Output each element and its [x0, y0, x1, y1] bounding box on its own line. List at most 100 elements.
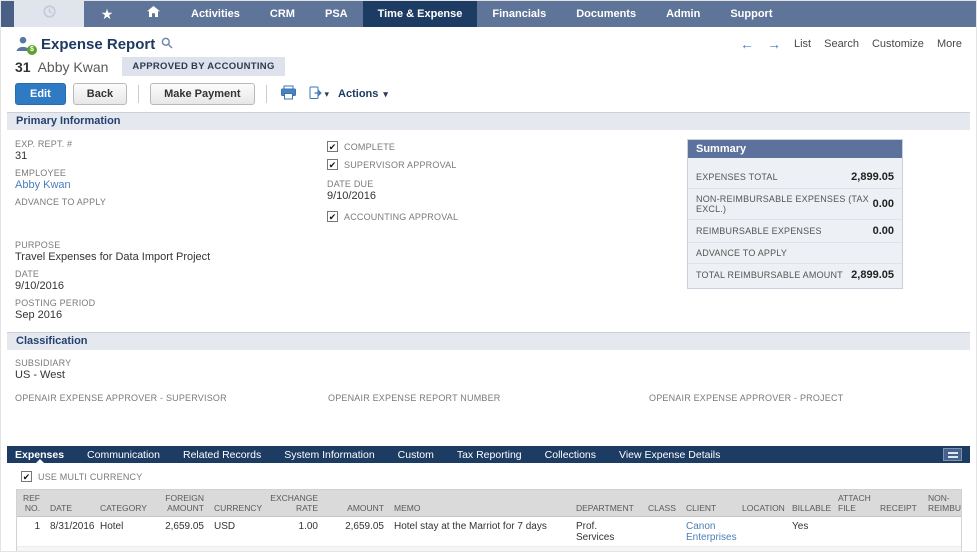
field-label: OPENAIR EXPENSE APPROVER - SUPERVISOR: [15, 393, 328, 403]
summary-label: TOTAL REIMBURSABLE AMOUNT: [696, 270, 843, 280]
cell-attach-file: [833, 547, 875, 552]
section-header-primary-information[interactable]: Primary Information: [7, 112, 970, 130]
recent-records-button[interactable]: [14, 1, 84, 27]
more-link[interactable]: More: [937, 38, 962, 50]
field-value: [15, 208, 327, 220]
cell-memo: Fee for taxi service during stay: [389, 547, 571, 552]
field-date-due: DATE DUE 9/10/2016: [327, 179, 687, 202]
section-header-classification[interactable]: Classification: [7, 332, 970, 350]
tab-custom[interactable]: Custom: [398, 449, 434, 461]
list-link[interactable]: List: [794, 38, 811, 50]
tab-tax-reporting[interactable]: Tax Reporting: [457, 449, 522, 461]
toolbar-separator: [138, 85, 139, 103]
cell-date: 8/31/2016: [45, 547, 95, 552]
field-label: EXP. REPT. #: [15, 139, 327, 149]
cell-amount: 190.00: [323, 547, 389, 552]
tab-collections[interactable]: Collections: [545, 449, 596, 461]
field-date: DATE 9/10/2016: [15, 269, 327, 292]
print-button[interactable]: [278, 84, 299, 104]
cell-foreign-amount: 190.00: [157, 547, 209, 552]
field-exp-rept-number: EXP. REPT. # 31: [15, 139, 327, 162]
tab-related-records[interactable]: Related Records: [183, 449, 261, 461]
edit-button[interactable]: Edit: [15, 83, 66, 105]
export-button[interactable]: ▾: [306, 85, 332, 104]
clock-icon: [43, 5, 56, 23]
nav-item-financials[interactable]: Financials: [477, 1, 561, 27]
summary-panel: Summary EXPENSES TOTAL 2,899.05 NON-REIM…: [687, 139, 903, 289]
field-openair-report-number: OPENAIR EXPENSE REPORT NUMBER: [328, 393, 649, 416]
toolbar-separator: [266, 85, 267, 103]
active-tab-indicator: [36, 459, 44, 463]
table-row[interactable]: 1 8/31/2016 Hotel 2,659.05 USD 1.00 2,65…: [17, 517, 962, 547]
shortcuts-star-button[interactable]: ★: [84, 1, 130, 27]
summary-label: EXPENSES TOTAL: [696, 172, 778, 182]
title-row: $ Expense Report ← → List Search Customi…: [1, 27, 976, 54]
cell-memo: Hotel stay at the Marriot for 7 days: [389, 517, 571, 547]
dollar-badge-icon: $: [27, 45, 37, 55]
nav-item-support[interactable]: Support: [715, 1, 787, 27]
make-payment-button[interactable]: Make Payment: [150, 83, 254, 105]
record-number: 31: [15, 59, 31, 75]
field-value: [328, 404, 649, 416]
cell-attach-file: [833, 517, 875, 547]
checkbox-icon[interactable]: ✔: [327, 159, 338, 170]
field-purpose: PURPOSE Travel Expenses for Data Import …: [15, 240, 327, 263]
home-button[interactable]: [130, 1, 176, 27]
export-document-icon: [308, 86, 323, 103]
cell-receipt: [875, 547, 923, 552]
checkbox-label: SUPERVISOR APPROVAL: [344, 160, 457, 170]
column-header-department: DEPARTMENT: [571, 490, 643, 517]
field-label: EMPLOYEE: [15, 168, 327, 178]
column-header-location: LOCATION: [737, 490, 787, 517]
subtab-bar: Expenses Communication Related Records S…: [7, 446, 970, 463]
cell-department: Prof. Services: [571, 517, 643, 547]
cell-category: Car rental: [95, 547, 157, 552]
customize-link[interactable]: Customize: [872, 38, 924, 50]
search-icon[interactable]: [161, 36, 173, 54]
field-subsidiary: SUBSIDIARY US - West: [15, 358, 962, 381]
checkbox-icon[interactable]: ✔: [327, 211, 338, 222]
field-value: [649, 404, 962, 416]
summary-label: ADVANCE TO APPLY: [696, 248, 787, 258]
checkbox-icon[interactable]: ✔: [21, 471, 32, 482]
cell-currency: USD: [209, 547, 259, 552]
nav-item-activities[interactable]: Activities: [176, 1, 255, 27]
cell-non-reimbursable: [923, 517, 962, 547]
previous-record-arrow-icon[interactable]: ←: [740, 39, 754, 49]
nav-item-admin[interactable]: Admin: [651, 1, 715, 27]
checkbox-icon[interactable]: ✔: [327, 141, 338, 152]
cell-class: [643, 517, 681, 547]
cell-class: [643, 547, 681, 552]
expenses-table: REF NO. DATE CATEGORY FOREIGN AMOUNT CUR…: [17, 490, 962, 552]
field-label: OPENAIR EXPENSE REPORT NUMBER: [328, 393, 649, 403]
cell-billable: Yes: [787, 547, 833, 552]
column-header-client: CLIENT: [681, 490, 737, 517]
nav-item-psa[interactable]: PSA: [310, 1, 363, 27]
field-value: US - West: [15, 369, 962, 381]
table-row[interactable]: 2 8/31/2016 Car rental 190.00 USD 1.00 1…: [17, 547, 962, 552]
back-button[interactable]: Back: [73, 83, 127, 105]
netsuite-logo: [1, 1, 14, 27]
tab-communication[interactable]: Communication: [87, 449, 160, 461]
actions-label: Actions: [338, 88, 378, 100]
cell-category: Hotel: [95, 517, 157, 547]
tab-view-expense-details[interactable]: View Expense Details: [619, 449, 720, 461]
next-record-arrow-icon[interactable]: →: [767, 39, 781, 49]
field-value: Sep 2016: [15, 309, 327, 321]
client-link[interactable]: Canon Enterprises: [686, 521, 737, 543]
actions-menu-button[interactable]: Actions ▾: [338, 88, 388, 100]
employee-link[interactable]: Abby Kwan: [15, 179, 327, 191]
cell-department: Prof. Services: [571, 547, 643, 552]
nav-item-time-and-expense[interactable]: Time & Expense: [363, 1, 478, 27]
nav-item-crm[interactable]: CRM: [255, 1, 310, 27]
list-view-icon[interactable]: [943, 448, 962, 461]
summary-label: NON-REIMBURSABLE EXPENSES (TAX EXCL.): [696, 194, 873, 214]
home-icon: [146, 5, 161, 23]
tab-system-information[interactable]: System Information: [284, 449, 374, 461]
nav-item-documents[interactable]: Documents: [561, 1, 651, 27]
top-toolbar: Edit Back Make Payment ▾ Actions ▾: [1, 76, 976, 111]
search-link[interactable]: Search: [824, 38, 859, 50]
column-header-class: CLASS: [643, 490, 681, 517]
summary-value: 0.00: [873, 198, 894, 210]
field-posting-period: POSTING PERIOD Sep 2016: [15, 298, 327, 321]
